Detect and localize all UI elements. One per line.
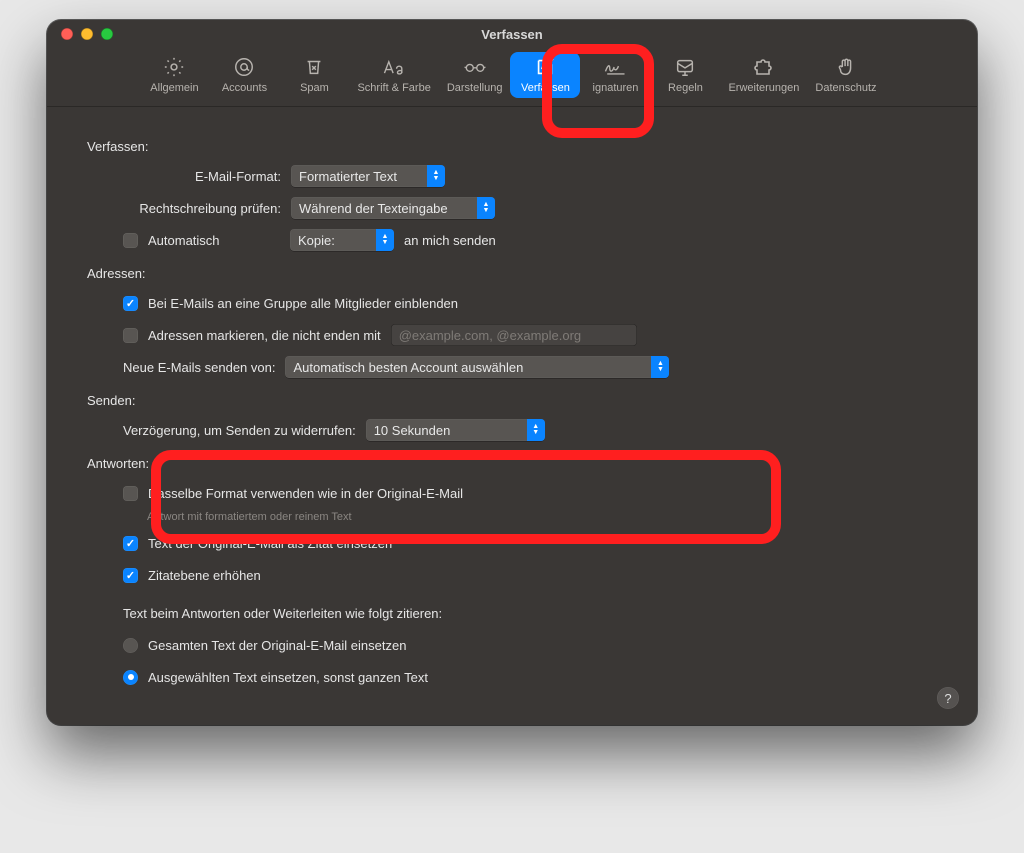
tab-label: Erweiterungen [728,82,799,94]
subtext-same-format: Antwort mit formatiertem oder reinem Tex… [147,511,937,523]
row-auto-bcc: Automatisch Kopie: ▲▼ an mich senden [123,228,937,252]
row-spellcheck: Rechtschreibung prüfen: Während der Text… [123,196,937,220]
tab-composing[interactable]: Verfassen [510,52,580,98]
tab-label: ignaturen [593,82,639,94]
label-email-format: E-Mail-Format: [123,169,281,184]
chevron-updown-icon: ▲▼ [477,197,495,219]
window-title: Verfassen [481,27,542,42]
row-email-format: E-Mail-Format: Formatierter Text ▲▼ [123,164,937,188]
radio-selected-text[interactable] [123,670,138,685]
help-icon: ? [944,691,951,706]
tab-accounts[interactable]: Accounts [209,52,279,98]
label-auto-bcc-suffix: an mich senden [404,233,496,248]
chevron-updown-icon: ▲▼ [427,165,445,187]
section-heading-compose: Verfassen: [87,139,937,154]
tab-privacy[interactable]: Datenschutz [807,52,884,98]
puzzle-icon [751,56,777,78]
popup-send-from[interactable]: Automatisch besten Account auswählen ▲▼ [285,356,669,378]
close-window-button[interactable] [61,28,73,40]
tab-signatures[interactable]: ignaturen [580,52,650,98]
font-icon [381,56,407,78]
titlebar: Verfassen [47,20,977,48]
checkbox-auto-bcc[interactable] [123,233,138,248]
chevron-updown-icon: ▲▼ [527,419,545,441]
row-radio-selected-text: Ausgewählten Text einsetzen, sonst ganze… [123,665,937,689]
gear-icon [161,56,187,78]
popup-value: 10 Sekunden [374,423,473,438]
label-auto-bcc: Automatisch [148,233,280,248]
row-undo-send-delay: Verzögerung, um Senden zu widerrufen: 10… [123,418,937,442]
label-undo-send-delay: Verzögerung, um Senden zu widerrufen: [123,423,356,438]
checkbox-same-format[interactable] [123,486,138,501]
tab-viewing[interactable]: Darstellung [439,52,511,98]
section-heading-sending: Senden: [87,393,937,408]
tab-extensions[interactable]: Erweiterungen [720,52,807,98]
rules-icon [672,56,698,78]
label-increase-quote: Zitatebene erhöhen [148,568,261,583]
tab-label: Allgemein [150,82,198,94]
tab-general[interactable]: Allgemein [139,52,209,98]
label-mark-addresses: Adressen markieren, die nicht enden mit [148,328,381,343]
section-heading-addresses: Adressen: [87,266,937,281]
tab-label: Darstellung [447,82,503,94]
label-radio-selected: Ausgewählten Text einsetzen, sonst ganze… [148,670,428,685]
radio-all-text[interactable] [123,638,138,653]
section-heading-replies: Antworten: [87,456,937,471]
row-quote-original: ✓ Text der Original-E-Mail als Zitat ein… [123,531,937,555]
tab-label: Schrift & Farbe [357,82,430,94]
preferences-content: Verfassen: E-Mail-Format: Formatierter T… [47,107,977,725]
tab-fonts-colors[interactable]: Schrift & Farbe [349,52,438,98]
tab-label: Spam [300,82,329,94]
popup-value: Formatierter Text [299,169,419,184]
label-quote-original: Text der Original-E-Mail als Zitat einse… [148,536,392,551]
textfield-mark-addresses[interactable]: @example.com, @example.org [391,324,637,346]
popup-value: Während der Texteingabe [299,201,470,216]
checkbox-group-expand[interactable]: ✓ [123,296,138,311]
row-group-expand: ✓ Bei E-Mails an eine Gruppe alle Mitgli… [123,291,937,315]
popup-value: Automatisch besten Account auswählen [293,360,545,375]
signature-icon [602,56,628,78]
popup-undo-send-delay[interactable]: 10 Sekunden ▲▼ [366,419,545,441]
label-send-from: Neue E-Mails senden von: [123,360,275,375]
label-same-format: Dasselbe Format verwenden wie in der Ori… [148,486,463,501]
checkbox-increase-quote[interactable]: ✓ [123,568,138,583]
at-icon [231,56,257,78]
popup-spellcheck[interactable]: Während der Texteingabe ▲▼ [291,197,495,219]
label-quote-intro: Text beim Antworten oder Weiterleiten wi… [123,606,442,621]
trash-icon [301,56,327,78]
tab-rules[interactable]: Regeln [650,52,720,98]
tab-label: Verfassen [521,82,570,94]
placeholder-text: @example.com, @example.org [399,328,581,343]
row-increase-quote: ✓ Zitatebene erhöhen [123,563,937,587]
window-controls [61,28,113,40]
row-same-format: Dasselbe Format verwenden wie in der Ori… [123,481,937,505]
label-spellcheck: Rechtschreibung prüfen: [123,201,281,216]
preferences-window: Verfassen Allgemein Accounts [47,20,977,725]
label-group-expand: Bei E-Mails an eine Gruppe alle Mitglied… [148,296,458,311]
tab-label: Regeln [668,82,703,94]
tab-junk[interactable]: Spam [279,52,349,98]
row-quote-intro: Text beim Antworten oder Weiterleiten wi… [123,601,937,625]
minimize-window-button[interactable] [81,28,93,40]
row-send-from: Neue E-Mails senden von: Automatisch bes… [123,355,937,379]
hand-icon [833,56,859,78]
checkbox-mark-addresses[interactable] [123,328,138,343]
chevron-updown-icon: ▲▼ [651,356,669,378]
tab-label: Datenschutz [815,82,876,94]
preferences-toolbar: Allgemein Accounts Spam Sc [47,48,977,107]
tab-label: Accounts [222,82,267,94]
row-mark-addresses: Adressen markieren, die nicht enden mit … [123,323,937,347]
compose-icon [532,56,558,78]
popup-value: Kopie: [298,233,357,248]
checkbox-quote-original[interactable]: ✓ [123,536,138,551]
label-radio-all: Gesamten Text der Original-E-Mail einset… [148,638,406,653]
popup-auto-bcc-type[interactable]: Kopie: ▲▼ [290,229,394,251]
glasses-icon [462,56,488,78]
chevron-updown-icon: ▲▼ [376,229,394,251]
help-button[interactable]: ? [937,687,959,709]
zoom-window-button[interactable] [101,28,113,40]
row-radio-all-text: Gesamten Text der Original-E-Mail einset… [123,633,937,657]
popup-email-format[interactable]: Formatierter Text ▲▼ [291,165,445,187]
